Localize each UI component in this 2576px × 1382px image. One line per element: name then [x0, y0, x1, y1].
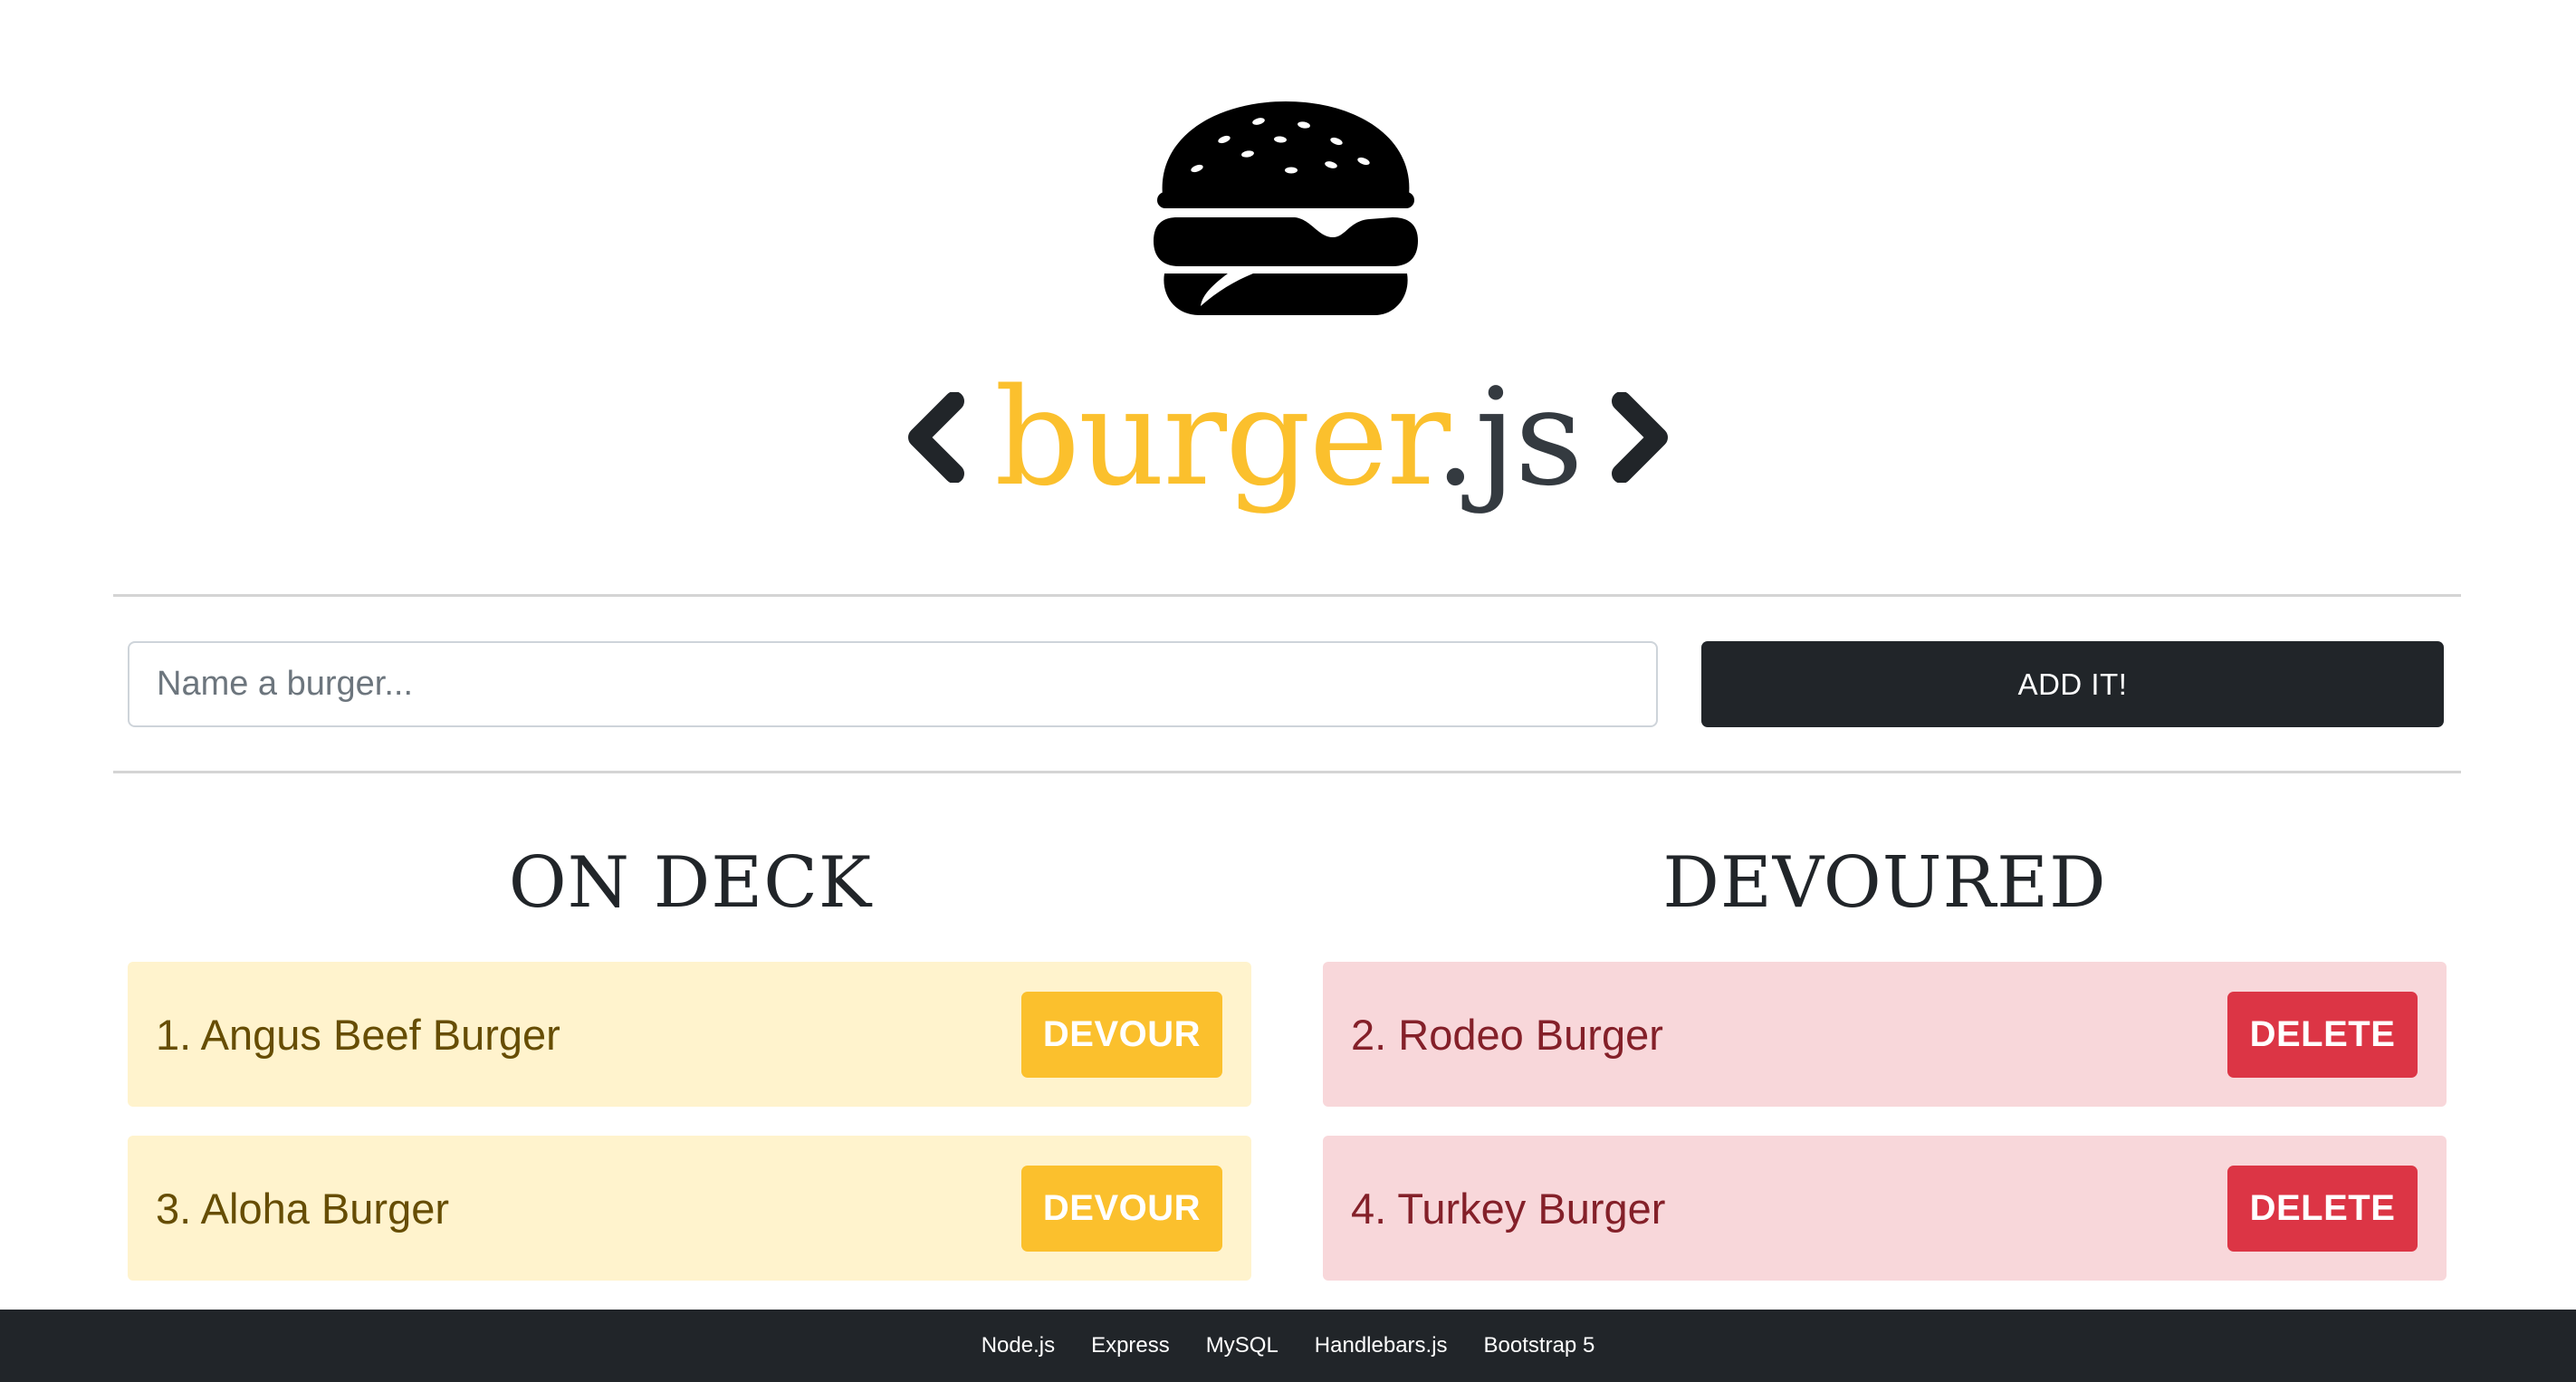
footer-link-bootstrap[interactable]: Bootstrap 5 — [1484, 1333, 1595, 1358]
burger-name: 4. Turkey Burger — [1351, 1184, 1666, 1233]
on-deck-heading: ON DECK — [508, 842, 873, 924]
title-main: burger — [994, 360, 1436, 515]
title-ext: .js — [1433, 360, 1584, 515]
footer-link-express[interactable]: Express — [1091, 1333, 1170, 1358]
add-burger-button[interactable]: ADD IT! — [1701, 641, 2444, 727]
devoured-item: 2. Rodeo Burger DELETE — [1323, 962, 2447, 1107]
site-title: burger.js — [0, 351, 2576, 523]
divider-top — [113, 594, 2461, 597]
burger-icon — [1154, 101, 1418, 315]
burger-name-input[interactable] — [128, 641, 1658, 727]
burger-name: 3. Aloha Burger — [156, 1184, 449, 1233]
burger-name: 2. Rodeo Burger — [1351, 1010, 1663, 1059]
chevron-left-icon — [908, 392, 965, 483]
footer-link-nodejs[interactable]: Node.js — [982, 1333, 1055, 1358]
footer: Node.js Express MySQL Handlebars.js Boot… — [0, 1310, 2576, 1382]
on-deck-item: 3. Aloha Burger DEVOUR — [128, 1136, 1251, 1281]
footer-link-mysql[interactable]: MySQL — [1206, 1333, 1278, 1358]
devour-button[interactable]: DEVOUR — [1021, 1165, 1222, 1252]
chevron-right-icon — [1611, 392, 1668, 483]
footer-link-handlebars[interactable]: Handlebars.js — [1315, 1333, 1448, 1358]
on-deck-item: 1. Angus Beef Burger DEVOUR — [128, 962, 1251, 1107]
divider-bottom — [113, 771, 2461, 773]
delete-button[interactable]: DELETE — [2227, 1165, 2418, 1252]
devour-button[interactable]: DEVOUR — [1021, 991, 1222, 1078]
devoured-item: 4. Turkey Burger DELETE — [1323, 1136, 2447, 1281]
burger-name: 1. Angus Beef Burger — [156, 1010, 560, 1059]
delete-button[interactable]: DELETE — [2227, 991, 2418, 1078]
devoured-heading: DEVOURED — [1662, 842, 2107, 924]
title-text: burger.js — [994, 370, 1584, 504]
